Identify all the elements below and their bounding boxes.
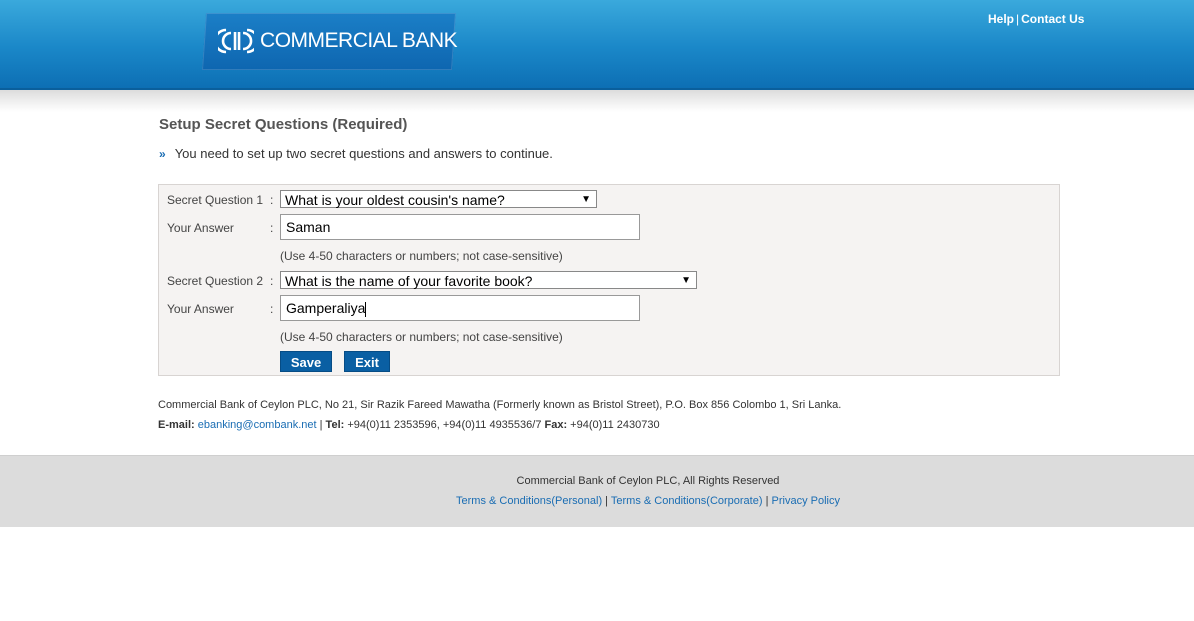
email-label: E-mail:	[158, 419, 195, 431]
answer-1-input[interactable]: Saman	[280, 214, 640, 240]
dropdown-arrow-icon: ▼	[581, 194, 591, 205]
terms-personal-link[interactable]: Terms & Conditions(Personal)	[456, 495, 602, 507]
secret-question-1-label: Secret Question 1	[167, 193, 264, 207]
bank-logo[interactable]: COMMERCIAL BANK	[202, 13, 458, 70]
tel-label: Tel:	[325, 419, 345, 431]
colon: :	[270, 193, 274, 207]
exit-button[interactable]: Exit	[344, 351, 390, 372]
header-bar: COMMERCIAL BANK Help | Contact Us	[0, 0, 1194, 90]
logo-text: COMMERCIAL BANK	[260, 29, 458, 52]
bank-logo-icon	[218, 28, 255, 54]
footer: Commercial Bank of Ceylon PLC, All Right…	[0, 455, 1194, 527]
answer-1-hint: (Use 4-50 characters or numbers; not cas…	[280, 249, 563, 263]
page-title: Setup Secret Questions (Required)	[159, 116, 408, 133]
fax-value: +94(0)11 2430730	[567, 419, 660, 431]
chevron-double-right-icon: »	[159, 146, 166, 161]
bank-address: Commercial Bank of Ceylon PLC, No 21, Si…	[158, 399, 842, 411]
fax-label: Fax:	[544, 419, 568, 431]
answer-2-label: Your Answer	[167, 302, 234, 316]
save-button[interactable]: Save	[280, 351, 332, 372]
help-link[interactable]: Help	[988, 12, 1014, 26]
terms-corporate-link[interactable]: Terms & Conditions(Corporate)	[611, 495, 763, 507]
footer-separator: |	[762, 495, 772, 507]
copyright-text: Commercial Bank of Ceylon PLC, All Right…	[516, 475, 780, 487]
notice-message: » You need to set up two secret question…	[159, 146, 553, 161]
footer-separator: |	[602, 495, 611, 507]
answer-2-value: Gamperaliya	[286, 300, 366, 316]
answer-1-value: Saman	[286, 219, 331, 235]
secret-question-1-select[interactable]: What is your oldest cousin's name? ▼	[280, 190, 597, 208]
text-cursor	[365, 301, 367, 317]
dropdown-arrow-icon: ▼	[681, 275, 691, 286]
header-shadow	[0, 90, 1194, 112]
answer-1-label: Your Answer	[167, 221, 234, 235]
privacy-policy-link[interactable]: Privacy Policy	[772, 495, 840, 507]
secret-questions-form: Secret Question 1 : What is your oldest …	[158, 184, 1060, 376]
secret-question-2-select[interactable]: What is the name of your favorite book? …	[280, 271, 697, 289]
notice-text: You need to set up two secret questions …	[174, 146, 553, 161]
colon: :	[270, 302, 274, 316]
secret-question-2-label: Secret Question 2	[167, 274, 264, 288]
contact-separator: |	[316, 419, 326, 431]
colon: :	[270, 221, 274, 235]
answer-2-input[interactable]: Gamperaliya	[280, 295, 640, 321]
email-link[interactable]: ebanking@combank.net	[198, 419, 317, 431]
contact-info: E-mail: ebanking@combank.net | Tel: +94(…	[158, 419, 660, 431]
tel-value: +94(0)11 2353596, +94(0)11 4935536/7	[344, 419, 545, 431]
secret-question-2-value: What is the name of your favorite book?	[285, 273, 533, 289]
top-links: Help | Contact Us	[988, 12, 1084, 26]
secret-question-1-value: What is your oldest cousin's name?	[285, 192, 505, 208]
answer-2-hint: (Use 4-50 characters or numbers; not cas…	[280, 330, 563, 344]
top-links-separator: |	[1016, 12, 1020, 26]
contact-us-link[interactable]: Contact Us	[1021, 12, 1084, 26]
footer-links: Terms & Conditions(Personal) | Terms & C…	[0, 495, 1194, 507]
colon: :	[270, 274, 274, 288]
